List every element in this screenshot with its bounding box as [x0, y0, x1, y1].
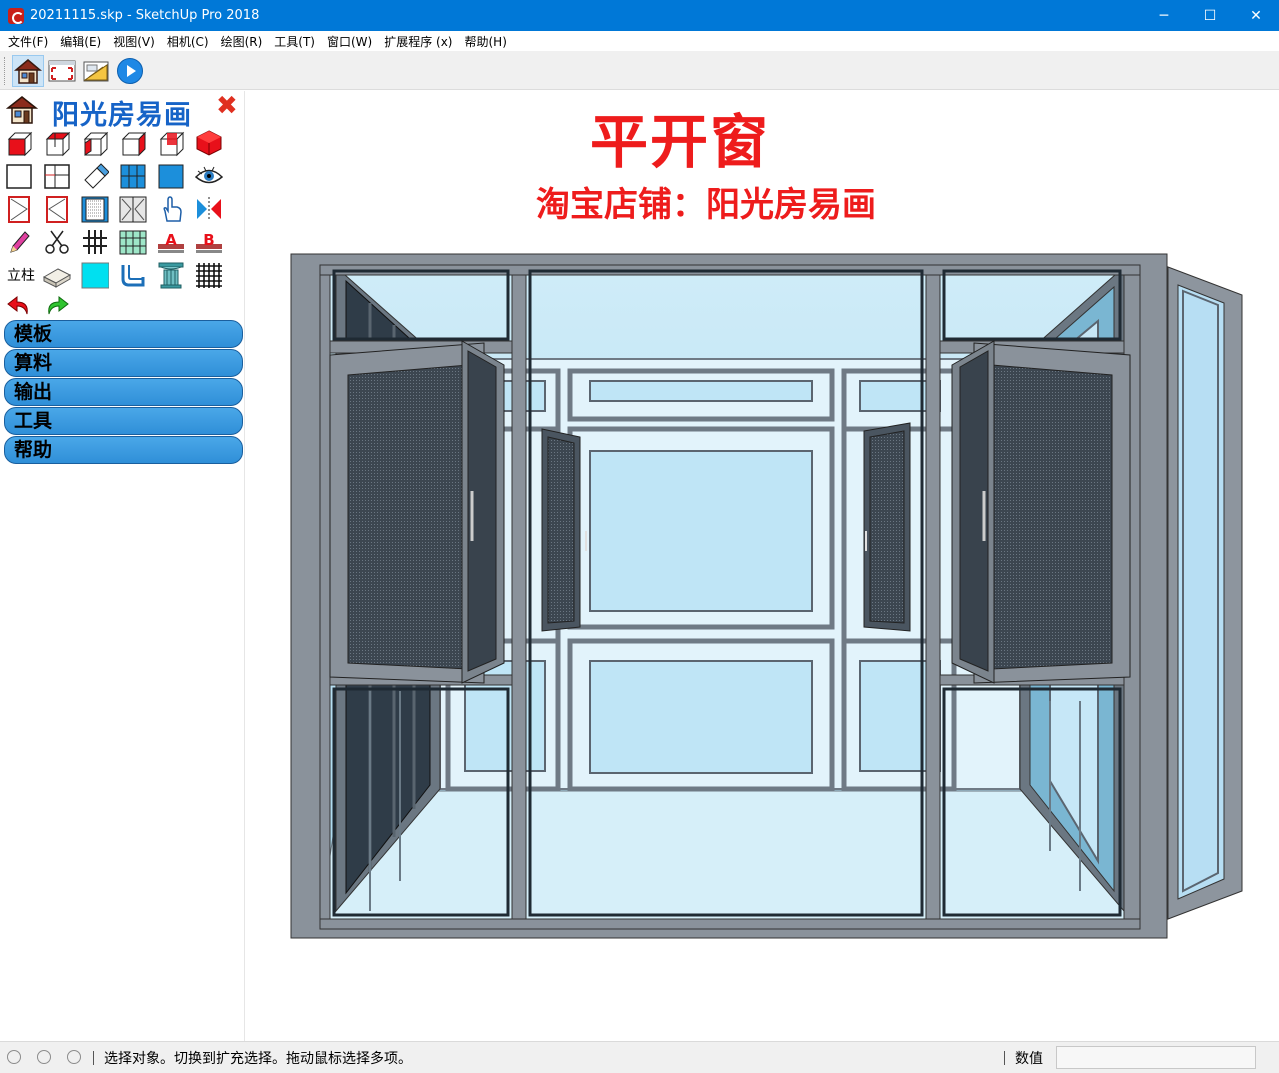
- column-label: 立柱: [7, 268, 35, 284]
- section-material-calc-button[interactable]: 算料: [4, 349, 243, 377]
- layout-icon: [83, 61, 109, 82]
- sunroom-casement-model[interactable]: [290, 251, 1250, 951]
- section-tools-button[interactable]: 工具: [4, 407, 243, 435]
- section-output-button[interactable]: 输出: [4, 378, 243, 406]
- panel-title: 阳光房易画: [52, 100, 192, 131]
- window-split-icon[interactable]: [42, 161, 72, 191]
- hatch-grid-icon[interactable]: [194, 260, 224, 290]
- svg-text:B: B: [203, 231, 214, 249]
- rectangle-panel-icon[interactable]: [4, 161, 34, 191]
- cube-front-icon[interactable]: [4, 128, 34, 158]
- undo-icon[interactable]: [4, 291, 34, 321]
- gutter-icon[interactable]: [118, 260, 148, 290]
- play-button[interactable]: [114, 55, 146, 87]
- menu-view[interactable]: 视图(V): [107, 33, 161, 50]
- play-icon: [117, 58, 143, 84]
- zoom-extents-button[interactable]: [46, 55, 78, 87]
- cube-back-icon[interactable]: [156, 128, 186, 158]
- grid-lines-icon[interactable]: [80, 227, 110, 257]
- cyan-panel-icon[interactable]: [80, 260, 110, 290]
- redo-icon[interactable]: [42, 291, 72, 321]
- menu-window[interactable]: 窗口(W): [321, 33, 378, 50]
- geo-location-icon[interactable]: [7, 1050, 21, 1064]
- menu-draw[interactable]: 绘图(R): [215, 33, 269, 50]
- eye-icon[interactable]: [194, 161, 224, 191]
- cube-right-icon[interactable]: [118, 128, 148, 158]
- sketchup-window: 20211115.skp - SketchUp Pro 2018 ─ ☐ ✕ 文…: [0, 0, 1279, 1073]
- door-right-icon[interactable]: [42, 194, 72, 224]
- text-a-icon[interactable]: A: [156, 227, 186, 257]
- zoom-extents-icon: [48, 60, 76, 82]
- hand-pointer-icon[interactable]: [156, 194, 186, 224]
- column-tool-button[interactable]: 立柱: [4, 260, 38, 290]
- menu-file[interactable]: 文件(F): [2, 33, 54, 50]
- mirror-icon[interactable]: [194, 194, 224, 224]
- minimize-button[interactable]: ─: [1141, 0, 1187, 31]
- status-message: 选择对象。切换到扩充选择。拖动鼠标选择多项。: [104, 1051, 412, 1067]
- cube-left-icon[interactable]: [80, 128, 110, 158]
- scissors-icon[interactable]: [42, 227, 72, 257]
- window-controls: ─ ☐ ✕: [1141, 0, 1279, 31]
- section-template-button[interactable]: 模板: [4, 320, 243, 348]
- pillar-icon[interactable]: [156, 260, 186, 290]
- viewport-subtitle-text: 淘宝店铺：阳光房易画: [536, 185, 876, 225]
- eraser-icon[interactable]: [80, 161, 110, 191]
- menu-help[interactable]: 帮助(H): [458, 33, 512, 50]
- door-left-icon[interactable]: [4, 194, 34, 224]
- layout-send-button[interactable]: [80, 55, 112, 87]
- book-icon[interactable]: [42, 260, 72, 290]
- menu-tools[interactable]: 工具(T): [268, 33, 321, 50]
- title-bar: 20211115.skp - SketchUp Pro 2018 ─ ☐ ✕: [0, 0, 1279, 31]
- viewport-title-text: 平开窗: [590, 108, 771, 176]
- double-sash-icon[interactable]: [118, 194, 148, 224]
- cube-solid-icon[interactable]: [194, 128, 224, 158]
- glass-panel-3-icon[interactable]: [118, 161, 148, 191]
- menu-edit[interactable]: 编辑(E): [54, 33, 107, 50]
- panel-home-button[interactable]: [5, 94, 39, 126]
- toolbar: [0, 51, 1279, 90]
- model-viewport[interactable]: 平开窗 淘宝店铺：阳光房易画: [246, 91, 1279, 1041]
- credits-info-icon[interactable]: [37, 1050, 51, 1064]
- glass-panel-icon[interactable]: [156, 161, 186, 191]
- status-bar: 选择对象。切换到扩充选择。拖动鼠标选择多项。 数值: [0, 1041, 1279, 1073]
- house-icon: [5, 96, 39, 124]
- menu-camera[interactable]: 相机(C): [161, 33, 215, 50]
- screen-window-icon[interactable]: [80, 194, 110, 224]
- yangguangfang-panel: 阳光房易画 ✖ A B 立柱 模板 算料 输出 工具 帮助: [0, 91, 245, 1041]
- sketchup-logo-icon: [8, 7, 24, 24]
- mesh-grid-icon[interactable]: [118, 227, 148, 257]
- toolbar-grip[interactable]: [4, 57, 7, 85]
- status-separator: [1004, 1051, 1005, 1065]
- house-icon: [14, 59, 42, 84]
- close-button[interactable]: ✕: [1233, 0, 1279, 31]
- user-account-icon[interactable]: [67, 1050, 81, 1064]
- measurements-input[interactable]: [1056, 1046, 1256, 1069]
- cube-top-icon[interactable]: [42, 128, 72, 158]
- panel-close-button[interactable]: ✖: [216, 93, 238, 119]
- svg-text:A: A: [165, 231, 177, 249]
- panel-header: 阳光房易画 ✖: [0, 91, 245, 131]
- house-tool-button[interactable]: [12, 55, 44, 87]
- status-separator: [93, 1051, 94, 1065]
- measurements-label: 数值: [1015, 1051, 1043, 1067]
- maximize-button[interactable]: ☐: [1187, 0, 1233, 31]
- pencil-icon[interactable]: [4, 227, 34, 257]
- window-title: 20211115.skp - SketchUp Pro 2018: [30, 8, 260, 23]
- section-help-button[interactable]: 帮助: [4, 436, 243, 464]
- menu-bar: 文件(F) 编辑(E) 视图(V) 相机(C) 绘图(R) 工具(T) 窗口(W…: [0, 31, 1279, 51]
- menu-extensions[interactable]: 扩展程序 (x): [378, 33, 458, 50]
- text-b-icon[interactable]: B: [194, 227, 224, 257]
